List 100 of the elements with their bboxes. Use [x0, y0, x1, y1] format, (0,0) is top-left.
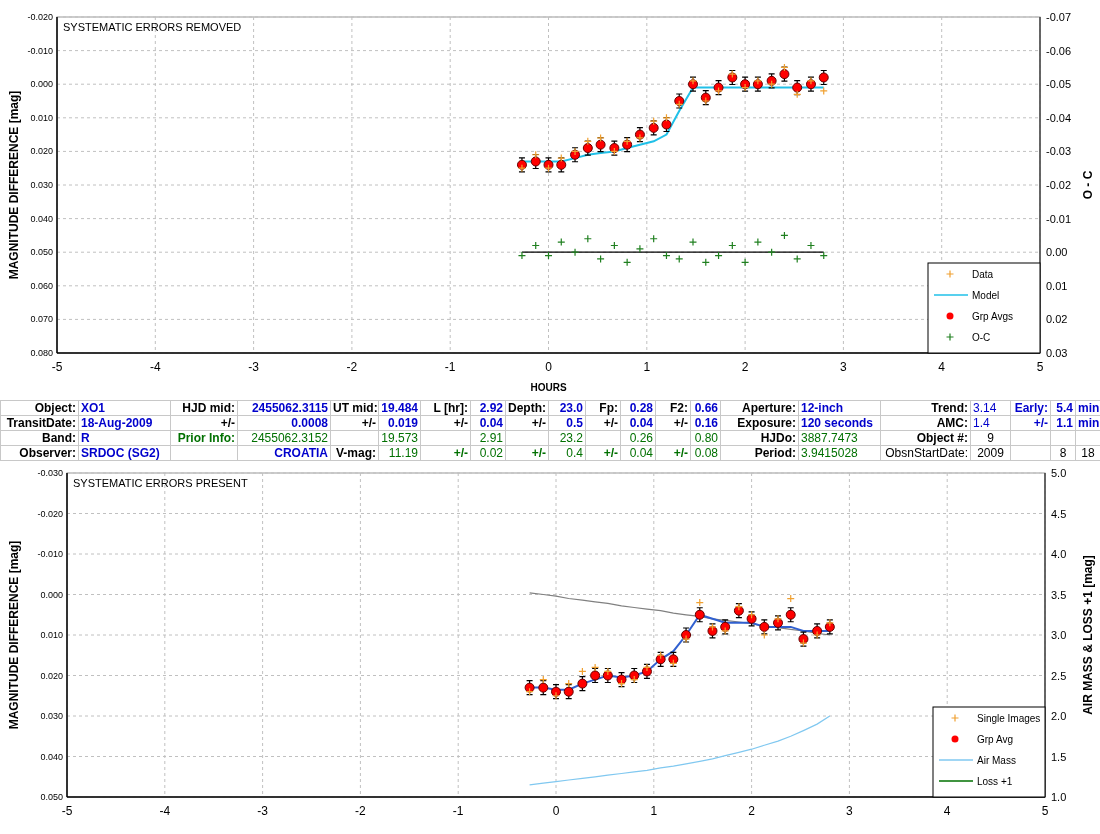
field-value: SRDOC (SG2): [81, 446, 161, 460]
y2-tick-label: -0.04: [1046, 111, 1072, 124]
y-tick-label: 0.010: [40, 630, 63, 640]
y2-tick-label: 0.03: [1046, 347, 1068, 359]
x-tick-label: 2: [741, 360, 749, 374]
field-label: Fp:: [598, 401, 618, 415]
field-label: HJD mid:: [181, 401, 235, 415]
field-label: +/-: [672, 416, 688, 430]
y-tick-label: 0.080: [30, 348, 53, 358]
y-tick-label: 0.020: [30, 146, 53, 157]
field-value: CROATIA: [273, 446, 328, 460]
field-value: 0.04: [628, 416, 653, 430]
y-tick-label: 0.040: [40, 751, 63, 762]
x-tick-label: -2: [346, 360, 358, 374]
field-label: +/-: [360, 416, 376, 430]
field-value: 19.484: [381, 401, 418, 415]
y-tick-label: 0.010: [30, 112, 53, 123]
legend-label: Model: [972, 290, 1000, 301]
y-tick-label: 0.070: [30, 314, 53, 325]
y2-tick-label: 5.0: [1051, 467, 1067, 479]
y-tick-label: 0.020: [40, 670, 63, 681]
x-tick-label: 5: [1041, 804, 1049, 818]
field-label: L [hr]:: [432, 401, 468, 415]
field-label: +/-: [602, 416, 618, 430]
field-label: +/-: [1032, 416, 1048, 430]
field-label: V-mag:: [335, 446, 376, 460]
field-value: 19.573: [381, 431, 418, 445]
field-value: R: [81, 431, 91, 445]
x-tick-label: 1: [650, 804, 658, 818]
x-tick-label: 1: [643, 360, 651, 374]
y2-tick-label: -0.05: [1046, 78, 1072, 91]
field-label: +/-: [452, 416, 468, 430]
chart-title: SYSTEMATIC ERRORS REMOVED: [63, 21, 242, 33]
field-label: +/-: [530, 416, 546, 430]
field-value: 0.5: [565, 416, 583, 430]
legend-label: Grp Avg: [977, 734, 1013, 745]
field-value: 12-inch: [801, 401, 844, 415]
field-label: TransitDate:: [5, 416, 76, 430]
y2-tick-label: 4.0: [1051, 548, 1067, 560]
field-label: Period:: [753, 446, 796, 460]
field-value: 2455062.3115: [250, 401, 328, 415]
chart-title: SYSTEMATIC ERRORS PRESENT: [73, 477, 248, 489]
y2-tick-label: 3.0: [1051, 629, 1067, 641]
field-value: min: [1078, 416, 1098, 430]
field-label: Object:: [33, 401, 76, 415]
field-label: Trend:: [930, 401, 968, 415]
legend-label: Grp Avgs: [972, 311, 1013, 322]
y2-tick-label: 2.5: [1051, 669, 1067, 682]
x-tick-label: 3: [840, 360, 847, 374]
field-value: 0.16: [693, 416, 718, 430]
field-value: 11.19: [387, 446, 418, 460]
field-value: 0.08: [693, 446, 718, 460]
y-axis-title: MAGNITUDE DIFFERENCE [mag]: [7, 90, 21, 280]
field-label: +/-: [602, 446, 618, 460]
y-tick-label: -0.010: [37, 549, 63, 559]
x-tick-label: -5: [61, 804, 73, 818]
field-label: +/-: [672, 446, 688, 460]
y-tick-label: -0.020: [37, 508, 63, 519]
x-tick-label: 3: [846, 804, 853, 818]
field-label: F2:: [669, 401, 688, 415]
y2-tick-label: 2.0: [1051, 710, 1067, 722]
field-value: 2455062.3152: [250, 431, 328, 445]
field-label: Depth:: [508, 401, 546, 415]
field-value: 18: [1080, 446, 1096, 460]
y2-tick-label: 4.5: [1051, 507, 1067, 520]
y-tick-label: 0.050: [40, 792, 63, 802]
field-value: 8: [1058, 446, 1068, 460]
legend-label: Loss +1: [977, 776, 1013, 787]
field-value: 1.4: [973, 416, 991, 430]
y2-tick-label: 3.5: [1051, 588, 1067, 601]
field-label: Observer:: [18, 446, 76, 460]
field-label: Object #:: [915, 431, 968, 445]
y-tick-label: 0.030: [40, 711, 63, 721]
field-label: AMC:: [935, 416, 968, 430]
y2-tick-label: 1.5: [1051, 750, 1067, 763]
y-axis-title: MAGNITUDE DIFFERENCE [mag]: [7, 540, 21, 730]
x-tick-label: 0: [545, 360, 552, 374]
x-tick-label: 4: [943, 804, 951, 818]
field-value: 120 seconds: [801, 416, 875, 430]
field-label: ObsnStartDate:: [884, 446, 968, 460]
x-tick-label: -4: [159, 804, 171, 818]
legend-label: Single Images: [977, 713, 1041, 724]
y-tick-label: 0.030: [30, 180, 53, 190]
field-value: 9: [986, 431, 995, 445]
field-label: Exposure:: [736, 416, 796, 430]
field-value: 0.4: [565, 446, 583, 460]
field-value: 0.0008: [290, 416, 328, 430]
x-tick-label: -3: [248, 360, 259, 374]
x-tick-label: -1: [444, 360, 456, 374]
y-tick-label: -0.030: [37, 468, 63, 478]
x-tick-label: 0: [552, 804, 560, 818]
x-tick-label: -1: [452, 804, 464, 818]
y2-tick-label: -0.07: [1046, 11, 1072, 23]
y2-tick-label: 0.02: [1046, 313, 1068, 326]
y-tick-label: -0.010: [27, 45, 53, 56]
field-value: min: [1078, 401, 1098, 415]
field-label: UT mid:: [333, 401, 376, 415]
y-tick-label: 0.000: [40, 589, 63, 600]
x-tick-label: -3: [257, 804, 268, 818]
y2-tick-label: 1.0: [1051, 791, 1067, 803]
